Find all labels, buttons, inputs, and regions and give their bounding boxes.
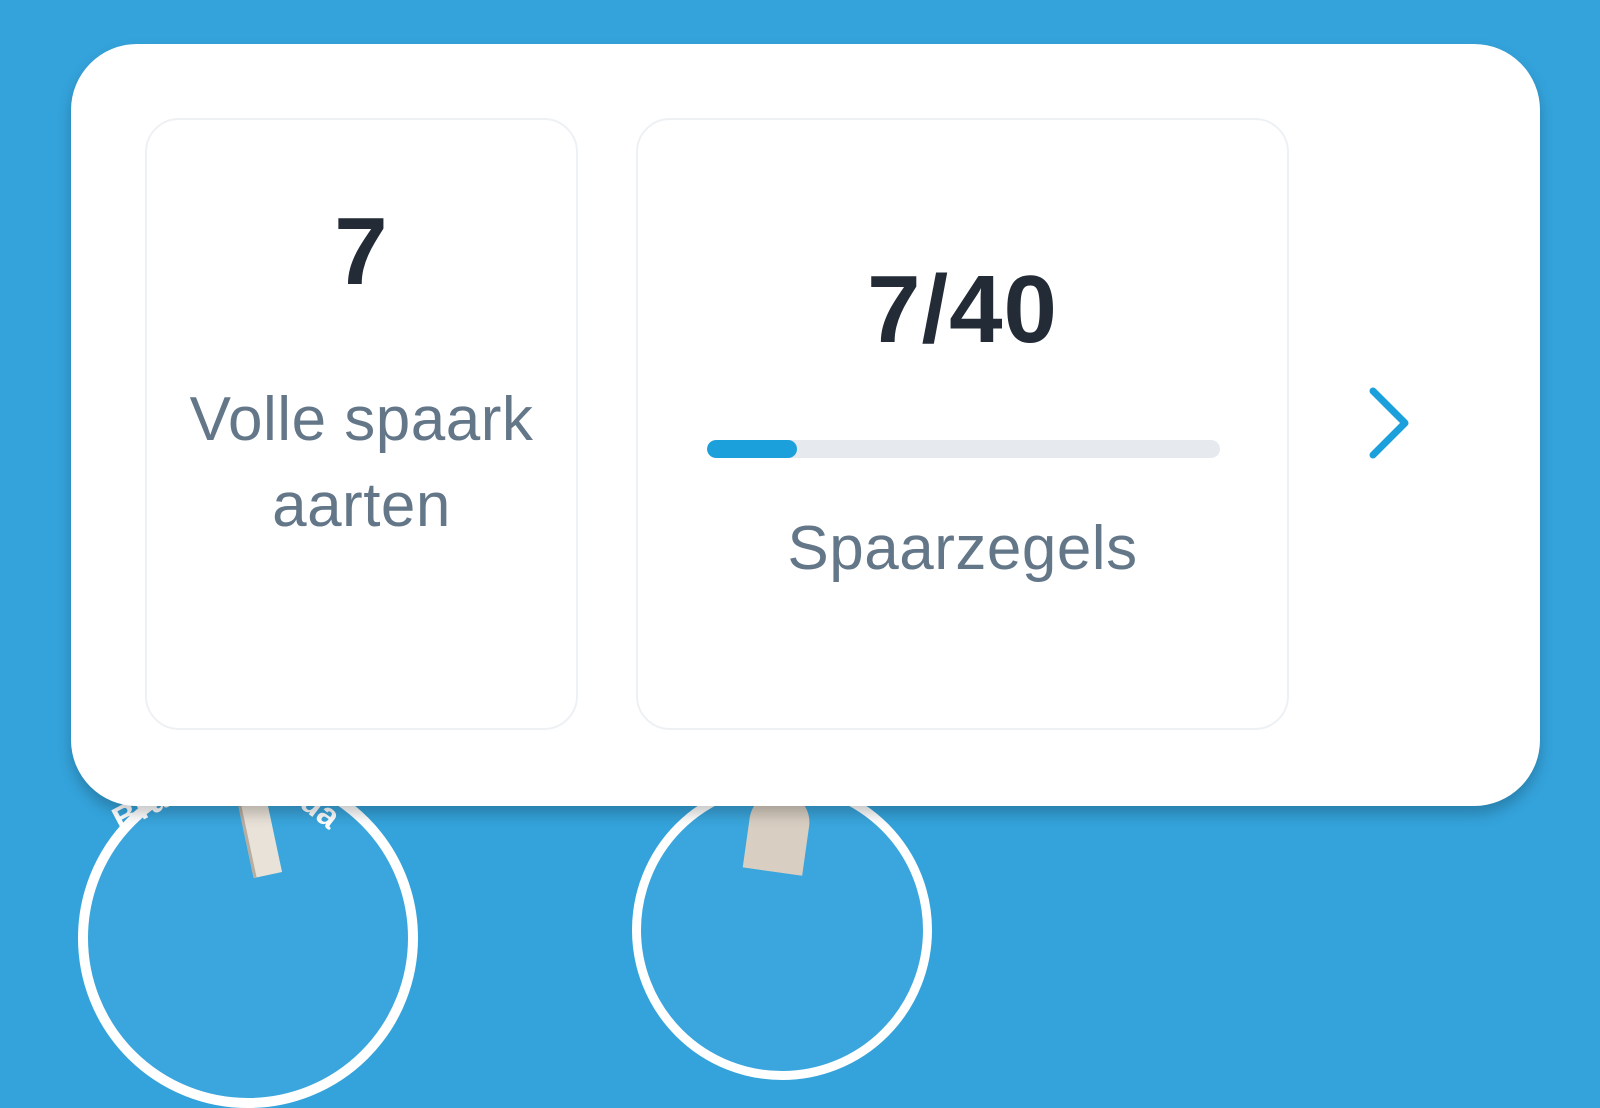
stamps-label: Spaarzegels xyxy=(787,514,1138,583)
stamps-count: 7/40 xyxy=(867,256,1058,363)
full-savings-cards-tile[interactable]: 7 Volle spaarkaarten xyxy=(145,118,578,730)
stamps-progress-bar xyxy=(707,440,1220,458)
full-cards-count: 7 xyxy=(334,198,389,305)
next-button[interactable] xyxy=(1355,378,1425,468)
full-cards-label: Volle spaarkaarten xyxy=(189,385,534,540)
savings-summary-card: 7 Volle spaarkaarten 7/40 Spaarzegels xyxy=(71,44,1540,806)
stamps-progress-fill xyxy=(707,440,797,458)
savings-stamps-tile[interactable]: 7/40 Spaarzegels xyxy=(636,118,1289,730)
chevron-right-icon xyxy=(1369,387,1409,459)
